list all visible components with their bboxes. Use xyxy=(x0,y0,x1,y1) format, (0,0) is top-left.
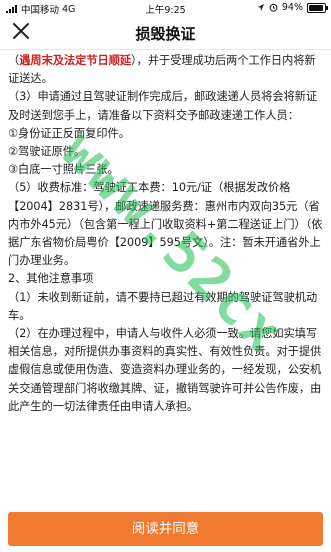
paragraph-3: （3）申请通过且驾驶证制作完成后，邮政速递人员将会将新证及时送到您手上，请准备以… xyxy=(8,90,318,122)
location-icon xyxy=(257,4,264,11)
paragraph-delivery-time: （遇周末及法定节日顺延），并于受理成功后两个工作日内将新证送达。 xyxy=(8,52,323,88)
list-item-photos: ③白底一寸照片三张。 xyxy=(8,163,119,177)
paragraph-fees: （5）收费标准：驾驶证工本费：10元/证（根据发改价格【2004】2831号），… xyxy=(8,181,323,268)
list-item-license: ②驾驶证原件。 xyxy=(8,145,86,159)
status-bar: 中国移动 4G 上午9:25 94% xyxy=(0,0,331,16)
highlight-text: 遇周末及法定节日顺延 xyxy=(19,54,132,67)
alarm-icon xyxy=(269,3,278,12)
list-item-id-copy: ①身份证正反面复印件。 xyxy=(8,126,130,140)
page-title: 损毁换证 xyxy=(135,25,196,43)
section-heading-notes: 2、其他注意事项 xyxy=(8,272,94,286)
paragraph-note-2: （2）在办理过程中，申请人与收件人必须一致。请您如实填写相关信息，对所提供办事资… xyxy=(8,327,322,413)
paragraph-note-1: （1）未收到新证前，请不要持已超过有效期的驾驶证驾驶机动车。 xyxy=(8,290,318,322)
agreement-content[interactable]: （遇周末及法定节日顺延），并于受理成功后两个工作日内将新证送达。 （3）申请通过… xyxy=(0,50,331,505)
battery-fill xyxy=(309,4,324,11)
nav-bar: 损毁换证 xyxy=(0,16,331,50)
read-and-agree-button[interactable]: 阅读并同意 xyxy=(8,512,323,546)
status-right: 94% xyxy=(257,2,328,13)
battery-icon xyxy=(307,2,328,13)
text-fragment: （ xyxy=(8,54,20,67)
battery-percent: 94% xyxy=(281,2,303,13)
